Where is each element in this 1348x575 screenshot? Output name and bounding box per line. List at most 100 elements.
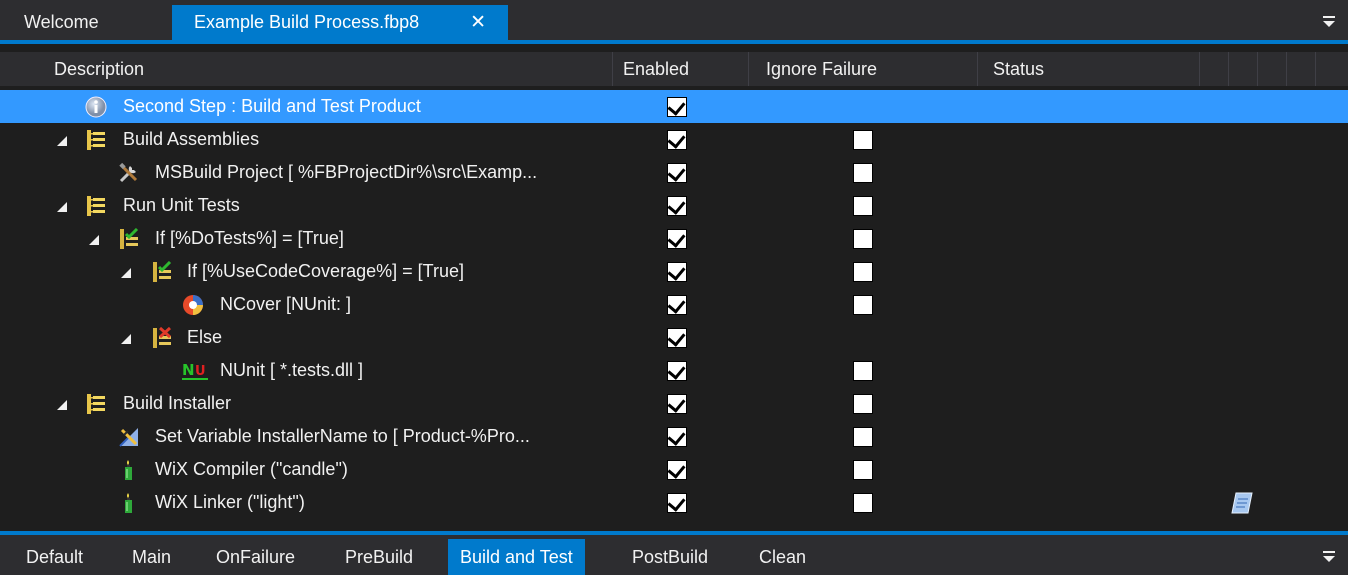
tab-example-build-process[interactable]: Example Build Process.fbp8 ✕	[172, 5, 508, 40]
enabled-checkbox[interactable]	[667, 229, 687, 249]
target-tab-strip: Default Main OnFailure PreBuild Build and Te…	[0, 531, 1348, 575]
ignore-failure-checkbox[interactable]	[853, 361, 873, 381]
table-row[interactable]: N U NUnit [ *.tests.dll ]	[0, 354, 1348, 387]
table-row[interactable]: Build Installer	[0, 387, 1348, 420]
enabled-checkbox[interactable]	[667, 361, 687, 381]
tab-active-label: Example Build Process.fbp8	[194, 12, 420, 32]
target-tab-postbuild[interactable]: PostBuild	[620, 539, 720, 575]
enabled-checkbox[interactable]	[667, 328, 687, 348]
close-icon[interactable]: ✕	[470, 5, 486, 40]
step-label: MSBuild Project [ %FBProjectDir%\src\Exa…	[155, 162, 538, 182]
table-row[interactable]: Build Assemblies	[0, 123, 1348, 156]
expand-triangle-icon[interactable]	[57, 202, 67, 212]
target-tab-build-and-test[interactable]: Build and Test	[448, 539, 585, 575]
enabled-checkbox[interactable]	[667, 130, 687, 150]
target-tab-onfailure[interactable]: OnFailure	[204, 539, 307, 575]
table-row[interactable]: Run Unit Tests	[0, 189, 1348, 222]
group-icon	[85, 195, 107, 217]
table-row[interactable]: WiX Linker ("light")	[0, 486, 1348, 519]
expand-triangle-icon[interactable]	[121, 268, 131, 278]
enabled-checkbox[interactable]	[667, 295, 687, 315]
expand-triangle-icon[interactable]	[89, 235, 99, 245]
else-icon	[151, 326, 173, 349]
tab-welcome[interactable]: Welcome	[2, 5, 170, 40]
target-tab-prebuild[interactable]: PreBuild	[333, 539, 425, 575]
step-label: Run Unit Tests	[123, 195, 240, 215]
step-label: WiX Linker ("light")	[155, 492, 305, 512]
enabled-checkbox[interactable]	[667, 163, 687, 183]
enabled-checkbox[interactable]	[667, 196, 687, 216]
expand-triangle-icon[interactable]	[121, 334, 131, 344]
svg-text:U: U	[195, 364, 206, 379]
grid-header: Description Enabled Ignore Failure Statu…	[0, 52, 1348, 86]
target-tab-default[interactable]: Default	[14, 539, 95, 575]
enabled-checkbox[interactable]	[667, 394, 687, 414]
tab-overflow-icon[interactable]	[1322, 14, 1338, 30]
step-description-cell: Else	[0, 321, 613, 354]
step-description-cell: Set Variable InstallerName to [ Product-…	[0, 420, 613, 453]
script-scroll-icon[interactable]	[1230, 490, 1256, 516]
step-description-cell: Build Installer	[0, 387, 613, 420]
table-row[interactable]: If [%UseCodeCoverage%] = [True]	[0, 255, 1348, 288]
ignore-failure-checkbox[interactable]	[853, 196, 873, 216]
step-description-cell: N U NUnit [ *.tests.dll ]	[0, 354, 613, 387]
step-label: Build Installer	[123, 393, 232, 413]
enabled-checkbox[interactable]	[667, 493, 687, 513]
set-variable-icon	[118, 426, 140, 448]
table-row[interactable]: MSBuild Project [ %FBProjectDir%\src\Exa…	[0, 156, 1348, 189]
ignore-failure-checkbox[interactable]	[853, 163, 873, 183]
candle-icon	[118, 459, 140, 481]
ignore-failure-checkbox[interactable]	[853, 460, 873, 480]
target-tab-overflow-icon[interactable]	[1322, 549, 1338, 565]
step-label: Build Assemblies	[123, 129, 260, 149]
step-label: Second Step : Build and Test Product	[123, 96, 421, 116]
ignore-failure-checkbox[interactable]	[853, 295, 873, 315]
column-header-status[interactable]: Status	[978, 52, 1200, 86]
column-header-enabled[interactable]: Enabled	[613, 52, 749, 86]
table-row[interactable]: If [%DoTests%] = [True]	[0, 222, 1348, 255]
step-label: Set Variable InstallerName to [ Product-…	[155, 426, 530, 446]
table-row[interactable]: Else	[0, 321, 1348, 354]
group-icon	[85, 393, 107, 415]
ignore-failure-checkbox[interactable]	[853, 130, 873, 150]
if-icon	[118, 227, 140, 250]
column-header-ignore-failure[interactable]: Ignore Failure	[749, 52, 978, 86]
table-row[interactable]: NCover [NUnit: ]	[0, 288, 1348, 321]
expand-triangle-icon[interactable]	[57, 136, 67, 146]
group-icon	[85, 129, 107, 151]
ignore-failure-checkbox[interactable]	[853, 427, 873, 447]
target-tab-main[interactable]: Main	[120, 539, 183, 575]
ignore-failure-checkbox[interactable]	[853, 229, 873, 249]
tools-icon	[118, 162, 140, 184]
target-tab-clean[interactable]: Clean	[747, 539, 818, 575]
step-description-cell: WiX Linker ("light")	[0, 486, 613, 519]
step-description-cell: Build Assemblies	[0, 123, 613, 156]
document-tab-strip: Welcome Example Build Process.fbp8 ✕	[0, 0, 1348, 44]
info-icon	[85, 96, 107, 118]
ignore-failure-checkbox[interactable]	[853, 394, 873, 414]
table-row[interactable]: Second Step : Build and Test Product	[0, 90, 1348, 123]
step-label: WiX Compiler ("candle")	[155, 459, 348, 479]
candle-icon	[118, 492, 140, 514]
enabled-checkbox[interactable]	[667, 427, 687, 447]
ncover-icon	[182, 294, 204, 316]
enabled-checkbox[interactable]	[667, 262, 687, 282]
enabled-checkbox[interactable]	[667, 97, 687, 117]
if-icon	[151, 260, 173, 283]
ignore-failure-checkbox[interactable]	[853, 493, 873, 513]
table-row[interactable]: Set Variable InstallerName to [ Product-…	[0, 420, 1348, 453]
svg-text:N: N	[182, 361, 195, 379]
column-header-extra	[1200, 52, 1229, 86]
column-header-extra	[1316, 52, 1345, 86]
step-description-cell: MSBuild Project [ %FBProjectDir%\src\Exa…	[0, 156, 613, 189]
tab-welcome-label: Welcome	[24, 12, 99, 32]
step-label: If [%DoTests%] = [True]	[155, 228, 344, 248]
column-header-description[interactable]: Description	[44, 52, 613, 86]
step-label: NUnit [ *.tests.dll ]	[220, 360, 364, 380]
ignore-failure-checkbox[interactable]	[853, 262, 873, 282]
enabled-checkbox[interactable]	[667, 460, 687, 480]
column-header-extra	[1229, 52, 1258, 86]
expand-triangle-icon[interactable]	[57, 400, 67, 410]
step-description-cell: Run Unit Tests	[0, 189, 613, 222]
table-row[interactable]: WiX Compiler ("candle")	[0, 453, 1348, 486]
